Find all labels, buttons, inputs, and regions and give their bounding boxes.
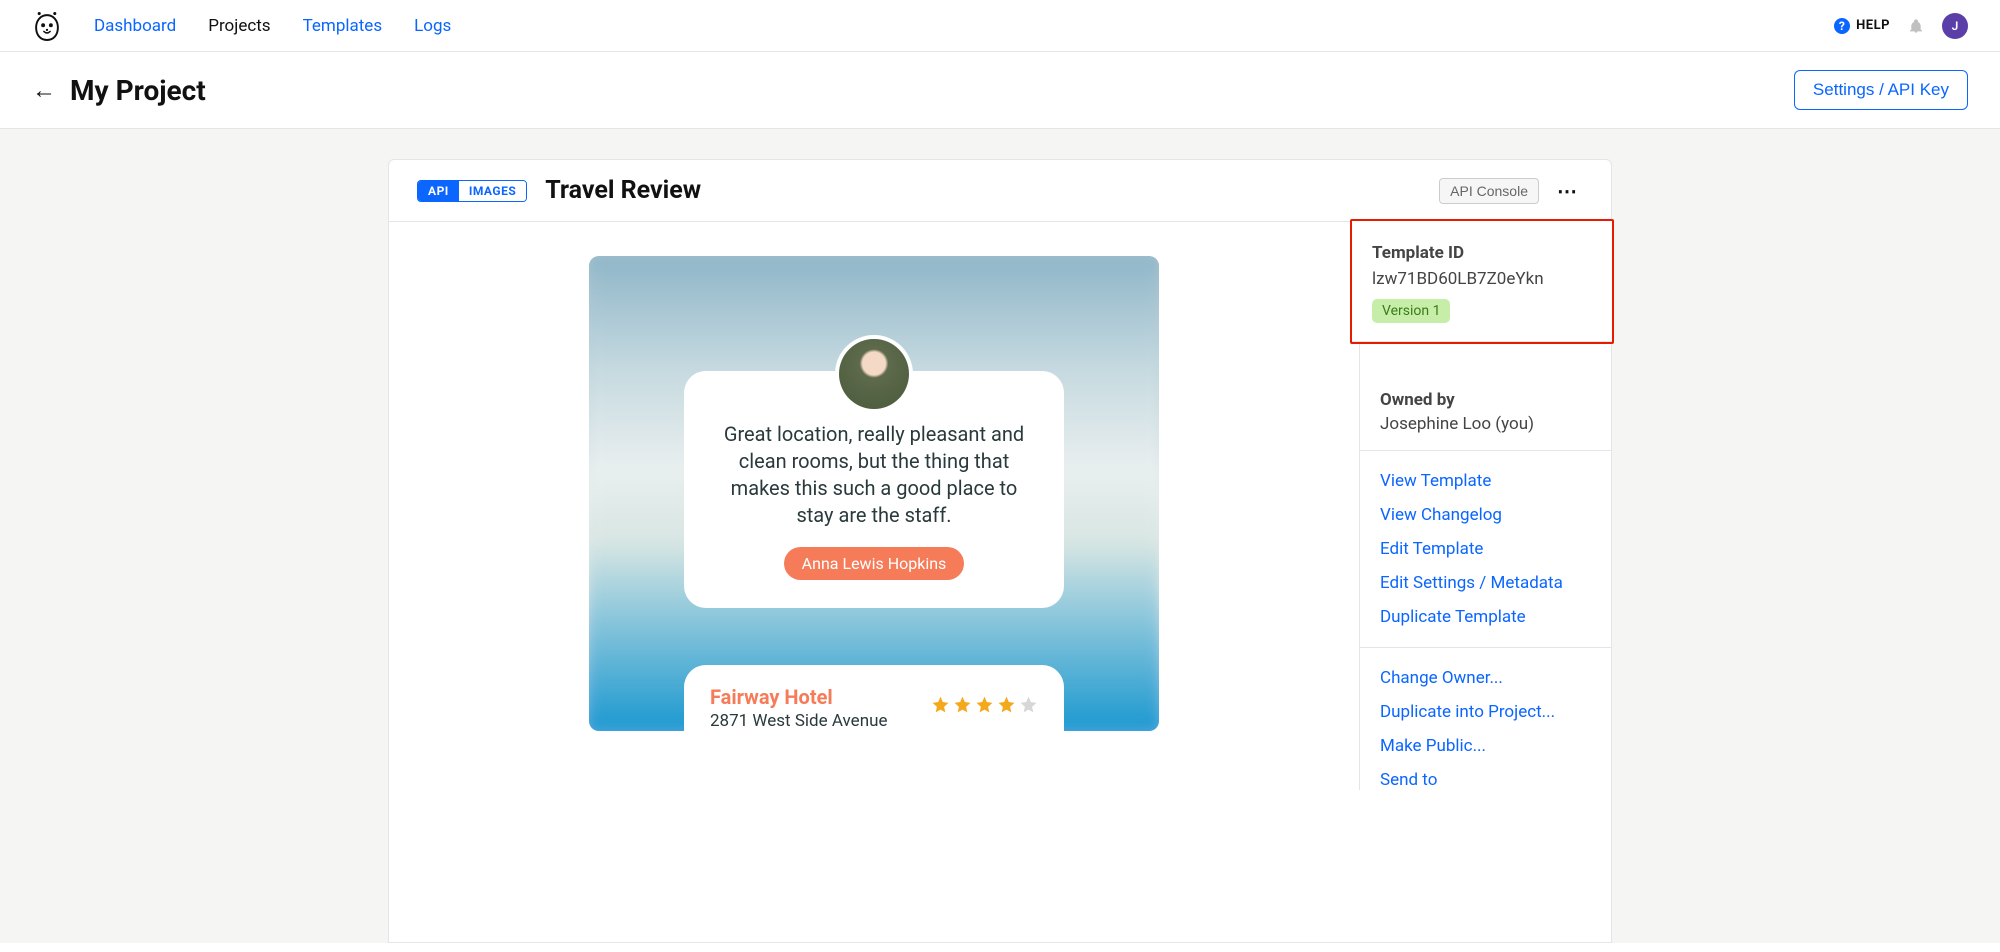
- link-view-changelog[interactable]: View Changelog: [1380, 505, 1591, 525]
- review-card: Great location, really pleasant and clea…: [684, 371, 1064, 608]
- nav-links: Dashboard Projects Templates Logs: [94, 16, 451, 36]
- top-nav-left: Dashboard Projects Templates Logs: [32, 11, 451, 41]
- top-nav-right: ? HELP J: [1834, 13, 1968, 39]
- settings-api-key-button[interactable]: Settings / API Key: [1794, 70, 1968, 110]
- nav-dashboard[interactable]: Dashboard: [94, 16, 176, 36]
- star-icon: [975, 695, 994, 714]
- sidebar-links-group-2: Change Owner... Duplicate into Project..…: [1360, 648, 1611, 790]
- star-icon: [953, 695, 972, 714]
- reviewer-avatar: [835, 335, 913, 413]
- hotel-rating: [931, 695, 1038, 714]
- top-nav: Dashboard Projects Templates Logs ? HELP…: [0, 0, 2000, 52]
- template-id-popover: Template ID lzw71BD60LB7Z0eYkn Version 1: [1350, 219, 1614, 344]
- star-icon: [997, 695, 1016, 714]
- segment-images[interactable]: IMAGES: [459, 181, 526, 201]
- card-header-right: API Console ⋯: [1439, 178, 1583, 204]
- logo[interactable]: [32, 11, 62, 41]
- hotel-card: Fairway Hotel 2871 West Side Avenue: [684, 665, 1064, 731]
- project-title: My Project: [70, 74, 206, 107]
- card-header: API IMAGES Travel Review API Console ⋯: [389, 160, 1611, 222]
- template-id-value: lzw71BD60LB7Z0eYkn: [1372, 269, 1592, 289]
- subheader-left: ← My Project: [32, 74, 206, 107]
- owned-by-section: Owned by Josephine Loo (you): [1360, 374, 1611, 451]
- help-icon: ?: [1834, 18, 1850, 34]
- template-name: Travel Review: [545, 176, 701, 205]
- template-id-label: Template ID: [1372, 243, 1592, 263]
- link-change-owner[interactable]: Change Owner...: [1380, 668, 1591, 688]
- reviewer-name-badge: Anna Lewis Hopkins: [784, 547, 965, 580]
- link-make-public[interactable]: Make Public...: [1380, 736, 1591, 756]
- page: API IMAGES Travel Review API Console ⋯: [0, 129, 2000, 943]
- template-preview-image: Great location, really pleasant and clea…: [589, 256, 1159, 731]
- subheader: ← My Project Settings / API Key: [0, 52, 2000, 129]
- more-menu-icon[interactable]: ⋯: [1553, 179, 1583, 203]
- bear-logo-icon: [33, 10, 61, 42]
- sidebar: Template ID lzw71BD60LB7Z0eYkn Version 1…: [1359, 222, 1611, 790]
- hotel-address: 2871 West Side Avenue: [710, 711, 887, 731]
- version-badge: Version 1: [1372, 299, 1450, 323]
- template-card: API IMAGES Travel Review API Console ⋯: [388, 159, 1612, 943]
- link-duplicate-into-project[interactable]: Duplicate into Project...: [1380, 702, 1591, 722]
- reviewer-avatar-img: [839, 339, 909, 409]
- card-body: Great location, really pleasant and clea…: [389, 222, 1611, 790]
- link-edit-template[interactable]: Edit Template: [1380, 539, 1591, 559]
- link-duplicate-template[interactable]: Duplicate Template: [1380, 607, 1591, 627]
- owner-name: Josephine Loo (you): [1380, 414, 1591, 434]
- star-icon: [931, 695, 950, 714]
- review-text: Great location, really pleasant and clea…: [712, 421, 1036, 529]
- bell-icon[interactable]: [1908, 18, 1924, 34]
- link-send-to[interactable]: Send to: [1380, 770, 1591, 790]
- star-empty-icon: [1019, 695, 1038, 714]
- link-view-template[interactable]: View Template: [1380, 471, 1591, 491]
- segment-api[interactable]: API: [418, 181, 459, 201]
- popover-inner: Template ID lzw71BD60LB7Z0eYkn Version 1: [1352, 221, 1612, 342]
- hotel-info: Fairway Hotel 2871 West Side Avenue: [710, 685, 887, 731]
- sidebar-links-group-1: View Template View Changelog Edit Templa…: [1360, 451, 1611, 648]
- back-arrow-icon[interactable]: ←: [32, 78, 56, 102]
- segmented-control: API IMAGES: [417, 180, 527, 202]
- user-avatar[interactable]: J: [1942, 13, 1968, 39]
- api-console-button[interactable]: API Console: [1439, 178, 1539, 204]
- nav-templates[interactable]: Templates: [303, 16, 383, 36]
- owned-by-label: Owned by: [1380, 390, 1591, 410]
- help-button[interactable]: ? HELP: [1834, 18, 1890, 34]
- preview-area: Great location, really pleasant and clea…: [389, 222, 1359, 790]
- card-header-left: API IMAGES Travel Review: [417, 176, 701, 205]
- hotel-name: Fairway Hotel: [710, 685, 887, 709]
- link-edit-settings[interactable]: Edit Settings / Metadata: [1380, 573, 1591, 593]
- nav-projects[interactable]: Projects: [208, 16, 270, 36]
- nav-logs[interactable]: Logs: [414, 16, 451, 36]
- help-label: HELP: [1856, 18, 1890, 33]
